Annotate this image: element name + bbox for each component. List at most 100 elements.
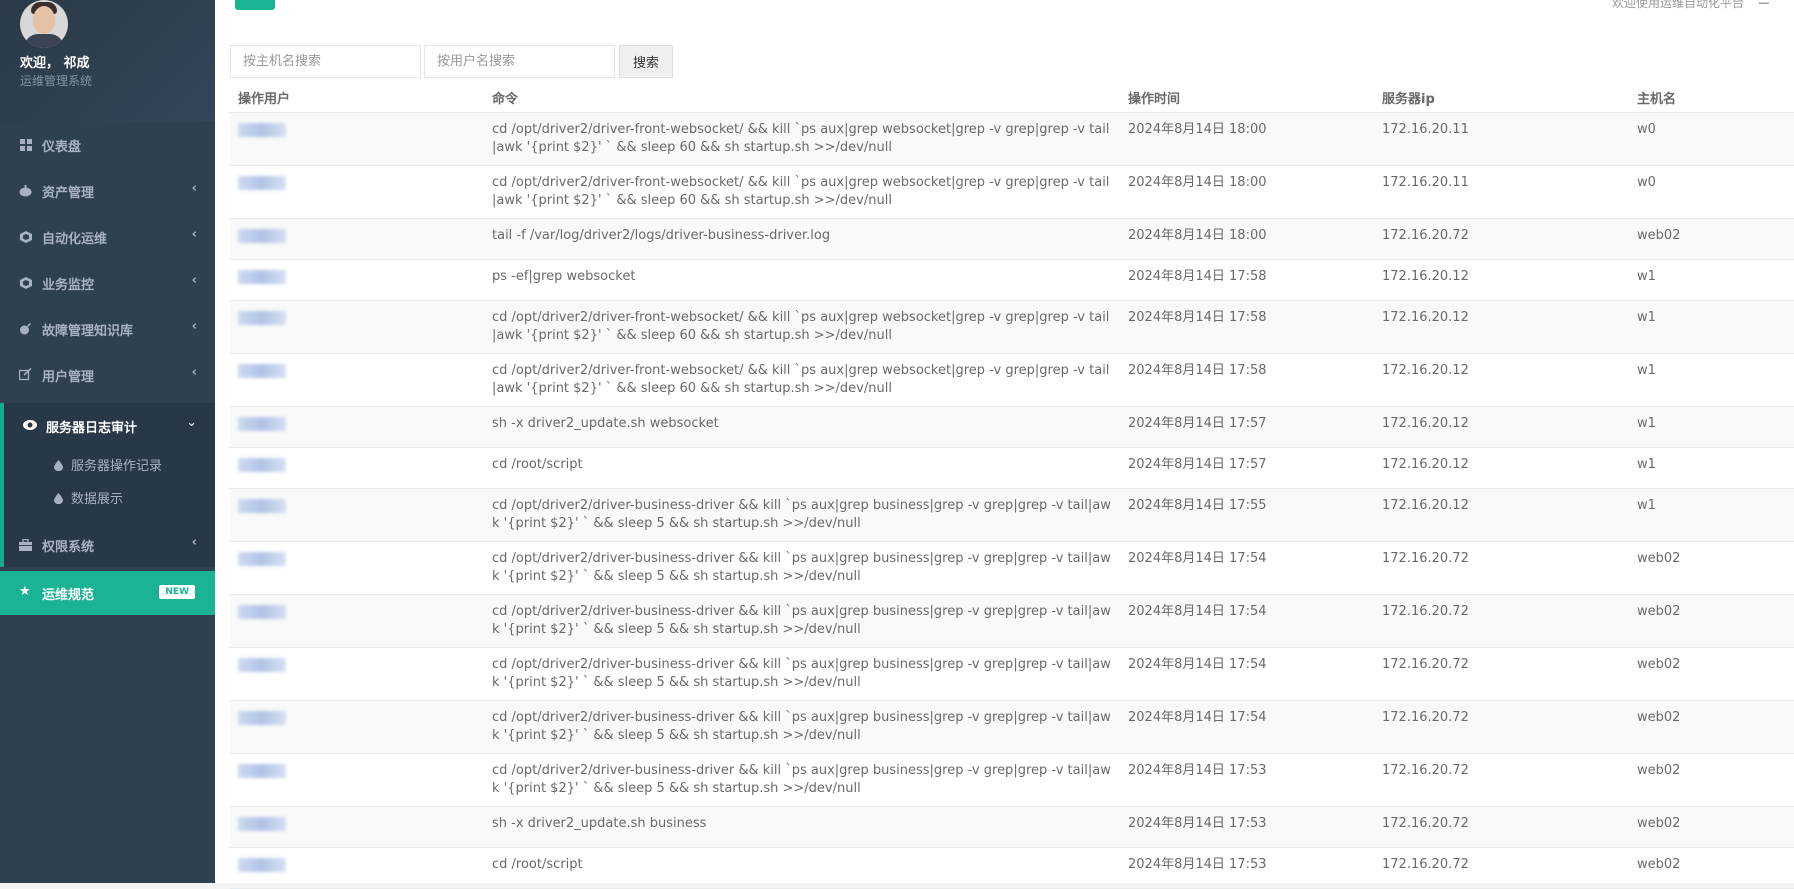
table-row: sh -x driver2_update.sh websocket 2024年8月… — [230, 406, 1794, 448]
sidebar-item-dashboard[interactable]: 仪表盘 — [0, 122, 215, 168]
sidebar-item-label: 资产管理 — [42, 186, 95, 201]
time-cell: 2024年8月14日 17:53 — [1120, 753, 1374, 807]
sidebar-item-fault-kb[interactable]: 故障管理知识库 ‹ — [0, 306, 215, 352]
server-ip-cell: 172.16.20.72 — [1374, 218, 1629, 260]
sidebar-item-permissions[interactable]: 权限系统 ‹ — [0, 522, 215, 568]
table-row: cd /opt/driver2/driver-business-driver &… — [230, 594, 1794, 648]
avatar[interactable] — [20, 0, 68, 48]
time-cell: 2024年8月14日 17:57 — [1120, 447, 1374, 489]
search-button[interactable]: 搜索 — [619, 45, 673, 78]
menu-icon[interactable]: ☰ — [1757, 0, 1770, 8]
user-cell — [230, 259, 484, 301]
server-ip-cell: 172.16.20.72 — [1374, 594, 1629, 648]
redacted-username — [238, 605, 286, 619]
hostname-cell: w1 — [1629, 353, 1794, 407]
redacted-username — [238, 229, 286, 243]
sidebar-item-label: 服务器日志审计 — [46, 421, 138, 436]
bomb-icon — [19, 322, 32, 335]
time-cell: 2024年8月14日 17:58 — [1120, 353, 1374, 407]
redacted-username — [238, 176, 286, 190]
welcome-text[interactable]: 欢迎， 祁成 — [20, 52, 90, 71]
server-ip-cell: 172.16.20.12 — [1374, 353, 1629, 407]
sidebar-item-label: 自动化运维 — [42, 232, 108, 247]
command-cell: cd /opt/driver2/driver-front-websocket/ … — [484, 353, 1120, 407]
redacted-username — [238, 123, 286, 137]
command-cell: cd /opt/driver2/driver-business-driver &… — [484, 488, 1120, 542]
user-cell — [230, 218, 484, 260]
redacted-username — [238, 364, 286, 378]
automation-icon — [19, 230, 32, 243]
server-ip-cell: 172.16.20.72 — [1374, 806, 1629, 848]
time-cell: 2024年8月14日 17:54 — [1120, 541, 1374, 595]
server-ip-cell: 172.16.20.11 — [1374, 165, 1629, 219]
command-cell: cd /opt/driver2/driver-business-driver &… — [484, 541, 1120, 595]
hostname-cell: w1 — [1629, 406, 1794, 448]
command-cell: cd /opt/driver2/driver-business-driver &… — [484, 753, 1120, 807]
column-header-time[interactable]: 操作时间 — [1120, 82, 1374, 113]
monitor-icon — [19, 276, 32, 289]
command-cell: sh -x driver2_update.sh websocket — [484, 406, 1120, 448]
sidebar-subitem-operation-records[interactable]: 服务器操作记录 — [54, 455, 162, 474]
sidebar-item-label: 仪表盘 — [42, 140, 82, 155]
table-row: cd /root/script 2024年8月14日 17:53 172.16.20… — [230, 847, 1794, 889]
table-row: sh -x driver2_update.sh business 2024年8月1… — [230, 806, 1794, 848]
user-cell — [230, 353, 484, 407]
user-cell — [230, 753, 484, 807]
command-cell: cd /opt/driver2/driver-business-driver &… — [484, 647, 1120, 701]
hostname-cell: web02 — [1629, 847, 1794, 889]
table-row: ps -ef|grep websocket 2024年8月14日 17:58 172… — [230, 259, 1794, 301]
table-row: cd /opt/driver2/driver-front-websocket/ … — [230, 300, 1794, 354]
sidebar-item-user-management[interactable]: 用户管理 ‹ — [0, 352, 215, 398]
chevron-down-icon: ⌄ — [186, 415, 197, 430]
sidebar-item-ops-standards[interactable]: ★ 运维规范 NEW — [0, 571, 215, 615]
sidebar-item-monitoring[interactable]: 业务监控 ‹ — [0, 260, 215, 306]
sidebar-subitem-data-display[interactable]: 数据展示 — [54, 488, 123, 507]
sidebar-item-assets[interactable]: 资产管理 ‹ — [0, 168, 215, 214]
redacted-username — [238, 417, 286, 431]
time-cell: 2024年8月14日 17:57 — [1120, 406, 1374, 448]
column-header-command[interactable]: 命令 — [484, 82, 1120, 113]
main-content: 欢迎使用运维自动化平台 ☰ 搜索 操作用户 命令 操作时间 服务器ip 主机名 … — [215, 0, 1794, 889]
command-cell: ps -ef|grep websocket — [484, 259, 1120, 301]
server-ip-cell: 172.16.20.12 — [1374, 300, 1629, 354]
server-ip-cell: 172.16.20.11 — [1374, 112, 1629, 166]
server-ip-cell: 172.16.20.12 — [1374, 447, 1629, 489]
user-cell — [230, 300, 484, 354]
sidebar-item-label: 故障管理知识库 — [42, 324, 134, 339]
drop-icon — [54, 460, 63, 471]
redacted-username — [238, 764, 286, 778]
table-row: cd /opt/driver2/driver-front-websocket/ … — [230, 112, 1794, 166]
sidebar-item-label: 业务监控 — [42, 278, 95, 293]
star-icon: ★ — [19, 584, 31, 599]
command-cell: cd /opt/driver2/driver-front-websocket/ … — [484, 112, 1120, 166]
hostname-cell: w1 — [1629, 259, 1794, 301]
command-cell: cd /opt/driver2/driver-business-driver &… — [484, 594, 1120, 648]
column-header-hostname[interactable]: 主机名 — [1629, 82, 1794, 113]
redacted-username — [238, 552, 286, 566]
user-cell — [230, 112, 484, 166]
column-header-user[interactable]: 操作用户 — [230, 82, 484, 113]
hostname-search-input[interactable] — [230, 45, 421, 78]
user-cell — [230, 488, 484, 542]
time-cell: 2024年8月14日 17:53 — [1120, 806, 1374, 848]
username-search-input[interactable] — [424, 45, 615, 78]
top-action-button[interactable] — [235, 0, 275, 10]
sidebar-item-label: 权限系统 — [42, 540, 95, 555]
user-cell — [230, 847, 484, 889]
hostname-cell: web02 — [1629, 218, 1794, 260]
user-cell — [230, 806, 484, 848]
column-header-server-ip[interactable]: 服务器ip — [1374, 82, 1629, 113]
server-ip-cell: 172.16.20.12 — [1374, 406, 1629, 448]
system-subtitle: 运维管理系统 — [20, 74, 93, 88]
user-cell — [230, 594, 484, 648]
profile-header: 欢迎， 祁成 运维管理系统 — [0, 0, 215, 122]
user-cell — [230, 447, 484, 489]
sidebar-item-automation[interactable]: 自动化运维 ‹ — [0, 214, 215, 260]
command-cell: cd /root/script — [484, 847, 1120, 889]
redacted-username — [238, 858, 286, 872]
hostname-cell: w0 — [1629, 165, 1794, 219]
redacted-username — [238, 311, 286, 325]
edit-icon — [19, 368, 32, 381]
hostname-cell: w1 — [1629, 300, 1794, 354]
operation-log-table: 操作用户 命令 操作时间 服务器ip 主机名 cd /opt/driver2/d… — [230, 82, 1794, 889]
